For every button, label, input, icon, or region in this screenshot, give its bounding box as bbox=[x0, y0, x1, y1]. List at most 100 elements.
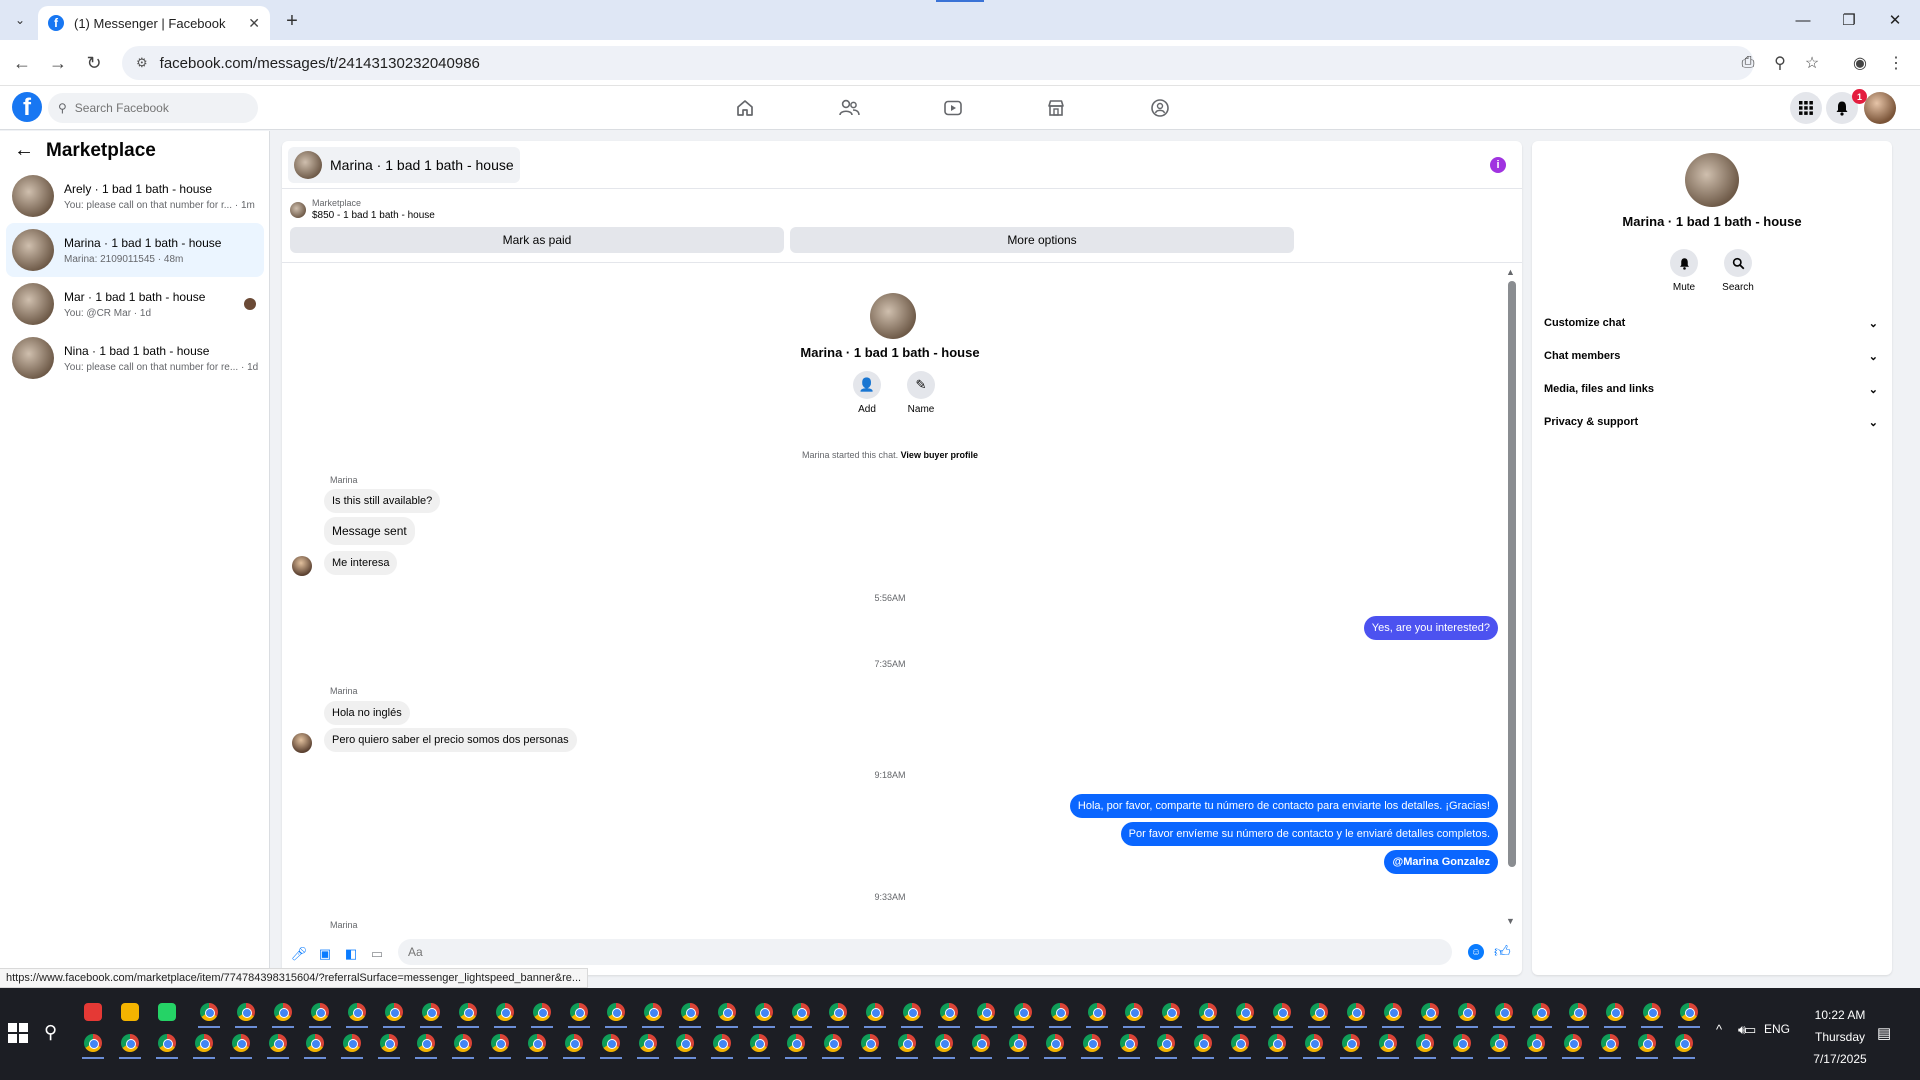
chrome-taskbar-icon[interactable] bbox=[1194, 1034, 1212, 1052]
volume-icon[interactable]: 🔊︎ bbox=[1738, 1022, 1746, 1038]
chrome-taskbar-icon[interactable] bbox=[935, 1034, 953, 1052]
chrome-taskbar-icon[interactable] bbox=[977, 1003, 995, 1021]
outgoing-message[interactable]: Yes, are you interested? bbox=[1363, 616, 1498, 640]
back-arrow-icon[interactable]: ← bbox=[14, 139, 34, 162]
section-media-files-links[interactable]: Media, files and links ⌄ bbox=[1544, 375, 1884, 403]
chrome-taskbar-icon[interactable] bbox=[750, 1034, 768, 1052]
conversation-item-active[interactable]: Marina · 1 bad 1 bath - house Marina: 21… bbox=[6, 223, 264, 277]
chrome-taskbar-icon[interactable] bbox=[861, 1034, 879, 1052]
chrome-taskbar-icon[interactable] bbox=[755, 1003, 773, 1021]
section-privacy-support[interactable]: Privacy & support ⌄ bbox=[1544, 408, 1884, 436]
back-button[interactable]: ← bbox=[8, 49, 36, 77]
chrome-taskbar-icon[interactable] bbox=[417, 1034, 435, 1052]
zoom-icon[interactable]: ⚲ bbox=[1766, 49, 1794, 77]
chrome-taskbar-icon[interactable] bbox=[972, 1034, 990, 1052]
install-app-icon[interactable]: ⎙ bbox=[1734, 49, 1762, 77]
friends-icon[interactable] bbox=[835, 94, 863, 122]
chrome-taskbar-icon[interactable] bbox=[1527, 1034, 1545, 1052]
marketplace-icon[interactable] bbox=[1042, 94, 1070, 122]
chrome-taskbar-icon[interactable] bbox=[1120, 1034, 1138, 1052]
chrome-taskbar-icon[interactable] bbox=[1051, 1003, 1069, 1021]
outgoing-message[interactable]: Por favor envíeme su número de contacto … bbox=[1120, 822, 1498, 846]
profile-icon[interactable]: ◉ bbox=[1846, 49, 1874, 77]
chrome-taskbar-icon[interactable] bbox=[1310, 1003, 1328, 1021]
chrome-taskbar-icon[interactable] bbox=[898, 1034, 916, 1052]
chrome-taskbar-icon[interactable] bbox=[1384, 1003, 1402, 1021]
chrome-taskbar-icon[interactable] bbox=[1453, 1034, 1471, 1052]
chrome-taskbar-icon[interactable] bbox=[1046, 1034, 1064, 1052]
chrome-taskbar-icon[interactable] bbox=[1162, 1003, 1180, 1021]
language-indicator[interactable]: ENG bbox=[1764, 1022, 1790, 1036]
sticker-icon[interactable]: ◧ bbox=[342, 945, 360, 963]
info-icon[interactable]: i bbox=[1490, 157, 1506, 173]
chrome-taskbar-icon[interactable] bbox=[1643, 1003, 1661, 1021]
media-app-taskbar-icon[interactable] bbox=[84, 1003, 102, 1021]
chrome-taskbar-icon[interactable] bbox=[1601, 1034, 1619, 1052]
new-tab-button[interactable]: + bbox=[280, 9, 304, 33]
chrome-taskbar-icon[interactable] bbox=[385, 1003, 403, 1021]
show-hidden-icons-icon[interactable]: ^ bbox=[1716, 1022, 1722, 1037]
thumbs-up-icon[interactable]: 👍︎ bbox=[1494, 943, 1511, 962]
outgoing-mention-message[interactable]: @Marina Gonzalez bbox=[1384, 850, 1498, 874]
chrome-taskbar-icon[interactable] bbox=[1199, 1003, 1217, 1021]
chrome-taskbar-icon[interactable] bbox=[681, 1003, 699, 1021]
incoming-message[interactable]: Pero quiero saber el precio somos dos pe… bbox=[324, 728, 577, 752]
chrome-taskbar-icon[interactable] bbox=[940, 1003, 958, 1021]
chrome-taskbar-icon[interactable] bbox=[602, 1034, 620, 1052]
chrome-taskbar-icon[interactable] bbox=[496, 1003, 514, 1021]
chrome-taskbar-icon[interactable] bbox=[200, 1003, 218, 1021]
chrome-taskbar-icon[interactable] bbox=[1009, 1034, 1027, 1052]
outgoing-message[interactable]: Hola, por favor, comparte tu número de c… bbox=[1069, 794, 1498, 818]
chrome-taskbar-icon[interactable] bbox=[1157, 1034, 1175, 1052]
chrome-taskbar-icon[interactable] bbox=[1490, 1034, 1508, 1052]
account-avatar[interactable] bbox=[1864, 92, 1896, 124]
facebook-search[interactable]: ⚲ bbox=[48, 93, 258, 123]
more-options-button[interactable]: More options bbox=[790, 227, 1294, 253]
section-customize-chat[interactable]: Customize chat ⌄ bbox=[1544, 309, 1884, 337]
chrome-taskbar-icon[interactable] bbox=[84, 1034, 102, 1052]
taskbar-search-icon[interactable]: ⚲ bbox=[44, 1022, 57, 1043]
mark-as-paid-button[interactable]: Mark as paid bbox=[290, 227, 784, 253]
chrome-taskbar-icon[interactable] bbox=[1680, 1003, 1698, 1021]
scroll-down-arrow-icon[interactable]: ▼ bbox=[1506, 916, 1515, 926]
video-icon[interactable] bbox=[939, 94, 967, 122]
chrome-taskbar-icon[interactable] bbox=[1088, 1003, 1106, 1021]
chrome-taskbar-icon[interactable] bbox=[1236, 1003, 1254, 1021]
chrome-taskbar-icon[interactable] bbox=[1379, 1034, 1397, 1052]
chrome-taskbar-icon[interactable] bbox=[1416, 1034, 1434, 1052]
tab-search-button[interactable]: ⌄ bbox=[8, 9, 32, 31]
chrome-taskbar-icon[interactable] bbox=[565, 1034, 583, 1052]
facebook-logo-icon[interactable]: f bbox=[12, 92, 42, 122]
home-icon[interactable] bbox=[731, 94, 759, 122]
chrome-taskbar-icon[interactable] bbox=[1125, 1003, 1143, 1021]
chrome-taskbar-icon[interactable] bbox=[311, 1003, 329, 1021]
chrome-taskbar-icon[interactable] bbox=[644, 1003, 662, 1021]
chrome-taskbar-icon[interactable] bbox=[1014, 1003, 1032, 1021]
chrome-taskbar-icon[interactable] bbox=[1342, 1034, 1360, 1052]
section-chat-members[interactable]: Chat members ⌄ bbox=[1544, 342, 1884, 370]
file-explorer-taskbar-icon[interactable] bbox=[121, 1003, 139, 1021]
chrome-taskbar-icon[interactable] bbox=[787, 1034, 805, 1052]
microphone-icon[interactable]: 🎤︎ bbox=[290, 945, 308, 963]
minimize-button[interactable]: — bbox=[1780, 6, 1826, 34]
taskbar-clock[interactable]: 10:22 AM Thursday 7/17/2025 bbox=[1800, 1004, 1880, 1070]
chrome-taskbar-icon[interactable] bbox=[533, 1003, 551, 1021]
forward-button[interactable]: → bbox=[44, 49, 72, 77]
chrome-taskbar-icon[interactable] bbox=[570, 1003, 588, 1021]
chrome-taskbar-icon[interactable] bbox=[639, 1034, 657, 1052]
chrome-taskbar-icon[interactable] bbox=[343, 1034, 361, 1052]
chrome-taskbar-icon[interactable] bbox=[1273, 1003, 1291, 1021]
chrome-taskbar-icon[interactable] bbox=[1606, 1003, 1624, 1021]
groups-icon[interactable] bbox=[1146, 94, 1174, 122]
chrome-taskbar-icon[interactable] bbox=[903, 1003, 921, 1021]
close-tab-icon[interactable]: ✕ bbox=[248, 15, 260, 32]
photo-icon[interactable]: ▣ bbox=[316, 945, 334, 963]
menu-grid-icon[interactable] bbox=[1790, 92, 1822, 124]
whatsapp-taskbar-icon[interactable] bbox=[158, 1003, 176, 1021]
chrome-taskbar-icon[interactable] bbox=[274, 1003, 292, 1021]
chrome-taskbar-icon[interactable] bbox=[829, 1003, 847, 1021]
browser-tab-messenger[interactable]: f (1) Messenger | Facebook ✕ bbox=[38, 6, 270, 40]
chrome-taskbar-icon[interactable] bbox=[1347, 1003, 1365, 1021]
search-input[interactable] bbox=[74, 101, 245, 115]
reload-button[interactable]: ↻ bbox=[80, 49, 108, 77]
